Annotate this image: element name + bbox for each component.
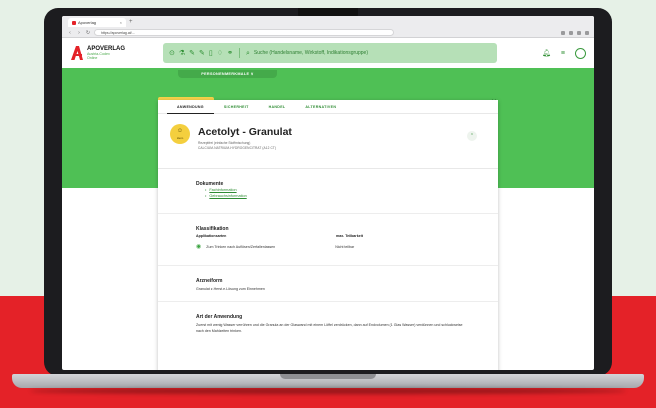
menu-icon[interactable]: ≡ (561, 50, 565, 57)
search-toolbar: ⊙ ⚗ ✎ ✎ ▯ ♢ ⚭ ⌕ Suche (Handelsname, Wirk… (163, 43, 498, 63)
interaction-icon[interactable]: ⚭ (227, 50, 233, 57)
col-header-teilbarkeit: max. Teilbarkeit (336, 234, 363, 238)
tab-alternativen[interactable]: ALTERNATIVEN (295, 100, 346, 114)
bell-icon[interactable]: 🔔︎ (542, 49, 551, 57)
collapse-button[interactable]: ⌃ (467, 131, 477, 141)
reload-icon[interactable]: ↻ (85, 30, 91, 36)
browser-extension-icons (561, 30, 589, 35)
classification-section: Klassifikation Applikationsarten max. Te… (158, 214, 498, 266)
hero-label: Hero (176, 136, 184, 140)
dosage-form-text: Granulat z.Herst.e.Lösung zum Einnehmen (196, 287, 265, 291)
address-bar[interactable]: https://apoverlag.at/... (94, 29, 394, 36)
application-section: Art der Anwendung Zuerst mit wenig Wasse… (158, 302, 498, 352)
laptop-shadow (30, 388, 626, 394)
hero-badge: ☺ Hero (170, 124, 190, 144)
browser-toolbar: ‹ › ↻ https://apoverlag.at/... (62, 27, 594, 38)
drug-substance: CALCIUM-NATRIUM-HYDROGENCITRAT (A12 CT) (198, 146, 277, 150)
browser-tab[interactable]: Apoverlag × (68, 18, 126, 27)
new-tab-icon[interactable]: + (129, 18, 133, 27)
drug-detail-card: ANWENDUNG SICHERHEIT HANDEL ALTERNATIVEN… (158, 100, 498, 370)
divider (238, 48, 240, 58)
vial-icon[interactable]: ♢ (217, 50, 223, 57)
browser-chrome: Apoverlag × + ‹ › ↻ https://apoverlag.at… (62, 16, 594, 38)
search-input[interactable]: Suche (Handelsname, Wirkstoff, Indikatio… (254, 50, 368, 56)
back-icon[interactable]: ‹ (67, 30, 73, 36)
classification-cell-divisibility: Nicht teilbar (335, 245, 355, 249)
drug-name: Acetolyt - Granulat (198, 126, 292, 138)
extension-icon[interactable] (577, 30, 581, 35)
forward-icon[interactable]: › (76, 30, 82, 36)
laptop-screen: Apoverlag × + ‹ › ↻ https://apoverlag.at… (62, 16, 594, 370)
dosage-form-title: Arzneiform (196, 278, 223, 284)
laptop-groove (280, 374, 376, 379)
col-header-applikationsarten: Applikationsarten (196, 234, 227, 238)
search-icon: ⌕ (245, 49, 250, 57)
classification-headers: Applikationsarten max. Teilbarkeit (196, 234, 498, 238)
favicon-icon (72, 20, 76, 25)
header-actions: 🔔︎ ≡ (542, 47, 586, 59)
logo-text: APOVERLAG Austria-Codex Online (87, 46, 125, 60)
application-title: Art der Anwendung (196, 314, 243, 320)
browser-menu-icon[interactable] (585, 30, 589, 35)
classification-cell-application: Zum Trinken nach Auflösen/Zerfallenlasse… (206, 245, 276, 249)
browser-tabstrip: Apoverlag × + (62, 16, 594, 27)
personenmerkmale-toggle[interactable]: PERSONENMERKMALE ∨ (178, 70, 277, 78)
eye-icon: ◉ (196, 244, 202, 250)
logo-title: APOVERLAG (87, 45, 126, 52)
syringe-icon[interactable]: ✎ (199, 50, 205, 57)
smiley-icon: ☺ (176, 128, 184, 134)
user-icon[interactable] (575, 47, 586, 59)
app-header: APOVERLAG Austria-Codex Online ⊙ ⚗ ✎ ✎ ▯… (62, 38, 594, 68)
pill-icon[interactable]: ⊙ (169, 50, 175, 57)
doc-link-gebrauchsinformation[interactable]: Gebrauchsinformation (205, 193, 498, 199)
laptop-base (12, 374, 644, 388)
classification-title: Klassifikation (196, 226, 229, 232)
drug-header: ☺ Hero Acetolyt - Granulat Rezeptfrei (e… (158, 114, 498, 169)
documents-section: Dokumente Fachinformation Gebrauchsinfor… (158, 169, 498, 214)
logo-subtitle-2: Online (87, 55, 98, 60)
extension-icon[interactable] (561, 30, 565, 35)
close-tab-icon[interactable]: × (120, 18, 122, 27)
extension-icon[interactable] (569, 30, 573, 35)
dosage-form-section: Arzneiform Granulat z.Herst.e.Lösung zum… (158, 266, 498, 302)
application-text: Zuerst mit wenig Wasser verrühren und di… (196, 323, 463, 333)
tab-handel[interactable]: HANDEL (259, 100, 296, 114)
capsule-icon[interactable]: ✎ (189, 50, 195, 57)
browser-tab-title: Apoverlag (78, 20, 97, 25)
bottle-icon[interactable]: ▯ (209, 50, 213, 57)
tab-anwendung[interactable]: ANWENDUNG (167, 100, 214, 114)
drug-subtitle: Rezeptfrei (einfache Stoffmischung) (198, 141, 251, 145)
tab-sicherheit[interactable]: SICHERHEIT (214, 100, 259, 114)
card-tabs: ANWENDUNG SICHERHEIT HANDEL ALTERNATIVEN (158, 100, 498, 114)
substance-icon[interactable]: ⚗ (179, 50, 185, 57)
apoverlag-logo-icon[interactable] (70, 45, 84, 61)
classification-row: ◉ Zum Trinken nach Auflösen/Zerfallenlas… (196, 244, 498, 250)
